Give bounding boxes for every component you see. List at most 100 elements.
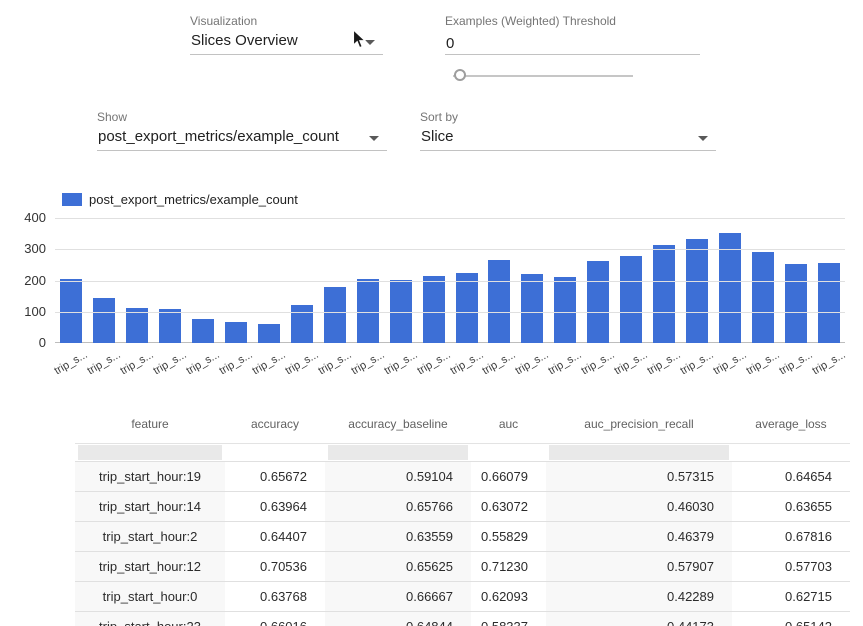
metric-cell: 0.58337 xyxy=(471,612,546,626)
metric-cell: 0.65142 xyxy=(732,612,850,626)
y-tick-label: 400 xyxy=(0,210,46,225)
threshold-label: Examples (Weighted) Threshold xyxy=(445,14,616,28)
metric-cell: 0.65766 xyxy=(325,492,471,522)
table-row: trip_start_hour:20.644070.635590.558290.… xyxy=(75,522,850,552)
x-tick-label: trip_s... xyxy=(744,349,781,377)
x-tick-label: trip_s... xyxy=(185,349,222,377)
x-tick-label: trip_s... xyxy=(711,349,748,377)
bar[interactable] xyxy=(620,256,642,343)
metric-cell: 0.63072 xyxy=(471,492,546,522)
gridline xyxy=(55,249,845,250)
metric-cell: 0.59104 xyxy=(325,462,471,492)
metric-cell: 0.63768 xyxy=(225,582,325,612)
bar[interactable] xyxy=(456,273,478,343)
plot-area: trip_s...trip_s...trip_s...trip_s...trip… xyxy=(55,218,845,343)
feature-cell: trip_start_hour:2 xyxy=(75,522,225,552)
x-tick-label: trip_s... xyxy=(448,349,485,377)
metric-cell: 0.64654 xyxy=(732,462,850,492)
sort-by-value: Slice xyxy=(421,128,454,145)
bar[interactable] xyxy=(554,277,576,343)
x-tick-label: trip_s... xyxy=(580,349,617,377)
bar[interactable] xyxy=(587,261,609,343)
y-tick-label: 300 xyxy=(0,241,46,256)
y-tick-label: 200 xyxy=(0,273,46,288)
legend-swatch xyxy=(62,193,82,206)
table-row: trip_start_hour:140.639640.657660.630720… xyxy=(75,492,850,522)
bar[interactable] xyxy=(488,260,510,343)
metric-cell: 0.57907 xyxy=(546,552,732,582)
y-tick-label: 100 xyxy=(0,304,46,319)
table-header-row: featureaccuracyaccuracy_baselineaucauc_p… xyxy=(75,404,850,444)
dropdown-arrow-icon xyxy=(698,136,708,141)
bar[interactable] xyxy=(324,287,346,343)
filter-cell xyxy=(75,444,225,462)
legend-label: post_export_metrics/example_count xyxy=(89,192,298,207)
metric-cell: 0.66079 xyxy=(471,462,546,492)
filter-cell xyxy=(546,444,732,462)
bar[interactable] xyxy=(126,308,148,343)
sort-by-select[interactable]: Slice xyxy=(420,125,716,151)
x-tick-label: trip_s... xyxy=(547,349,584,377)
dropdown-arrow-icon xyxy=(369,136,379,141)
metric-cell: 0.70536 xyxy=(225,552,325,582)
threshold-input[interactable] xyxy=(445,29,700,55)
bar[interactable] xyxy=(291,305,313,343)
threshold-slider[interactable] xyxy=(453,69,633,83)
show-select[interactable]: post_export_metrics/example_count xyxy=(97,125,387,151)
bar[interactable] xyxy=(521,274,543,343)
feature-cell: trip_start_hour:0 xyxy=(75,582,225,612)
metric-cell: 0.64407 xyxy=(225,522,325,552)
table-body: trip_start_hour:190.656720.591040.660790… xyxy=(75,462,850,626)
metric-cell: 0.64844 xyxy=(325,612,471,626)
visualization-label: Visualization xyxy=(190,14,257,28)
bar[interactable] xyxy=(752,252,774,343)
x-tick-label: trip_s... xyxy=(316,349,353,377)
sort-by-label: Sort by xyxy=(420,110,458,124)
column-header[interactable]: average_loss xyxy=(732,404,850,444)
y-tick-label: 0 xyxy=(0,335,46,350)
x-tick-label: trip_s... xyxy=(119,349,156,377)
metric-cell: 0.62093 xyxy=(471,582,546,612)
metric-cell: 0.55829 xyxy=(471,522,546,552)
table-row: trip_start_hour:120.705360.656250.712300… xyxy=(75,552,850,582)
bar[interactable] xyxy=(653,245,675,343)
bar[interactable] xyxy=(225,322,247,343)
column-header[interactable]: auc_precision_recall xyxy=(546,404,732,444)
table-filter-row xyxy=(75,444,850,462)
feature-cell: trip_start_hour:23 xyxy=(75,612,225,626)
metric-cell: 0.63559 xyxy=(325,522,471,552)
filter-cell xyxy=(225,444,325,462)
table-row: trip_start_hour:00.637680.666670.620930.… xyxy=(75,582,850,612)
x-tick-label: trip_s... xyxy=(250,349,287,377)
bar[interactable] xyxy=(785,264,807,343)
bar[interactable] xyxy=(93,298,115,343)
bar[interactable] xyxy=(818,263,840,343)
gridline xyxy=(55,281,845,282)
feature-cell: trip_start_hour:12 xyxy=(75,552,225,582)
metric-cell: 0.65672 xyxy=(225,462,325,492)
x-tick-label: trip_s... xyxy=(217,349,254,377)
x-tick-label: trip_s... xyxy=(152,349,189,377)
slider-track[interactable] xyxy=(453,75,633,77)
bar[interactable] xyxy=(423,276,445,343)
column-header[interactable]: accuracy_baseline xyxy=(325,404,471,444)
show-value: post_export_metrics/example_count xyxy=(98,128,339,145)
bar[interactable] xyxy=(258,324,280,343)
metric-cell: 0.42289 xyxy=(546,582,732,612)
metric-cell: 0.71230 xyxy=(471,552,546,582)
bar[interactable] xyxy=(159,309,181,343)
metric-cell: 0.46030 xyxy=(546,492,732,522)
chart-legend: post_export_metrics/example_count xyxy=(62,192,298,207)
x-tick-label: trip_s... xyxy=(53,349,90,377)
bar[interactable] xyxy=(192,319,214,343)
x-tick-label: trip_s... xyxy=(382,349,419,377)
table-row: trip_start_hour:190.656720.591040.660790… xyxy=(75,462,850,492)
column-header[interactable]: accuracy xyxy=(225,404,325,444)
bar[interactable] xyxy=(686,239,708,343)
show-label: Show xyxy=(97,110,127,124)
x-tick-label: trip_s... xyxy=(645,349,682,377)
column-header[interactable]: auc xyxy=(471,404,546,444)
x-tick-label: trip_s... xyxy=(283,349,320,377)
slider-thumb[interactable] xyxy=(454,69,466,81)
column-header[interactable]: feature xyxy=(75,404,225,444)
